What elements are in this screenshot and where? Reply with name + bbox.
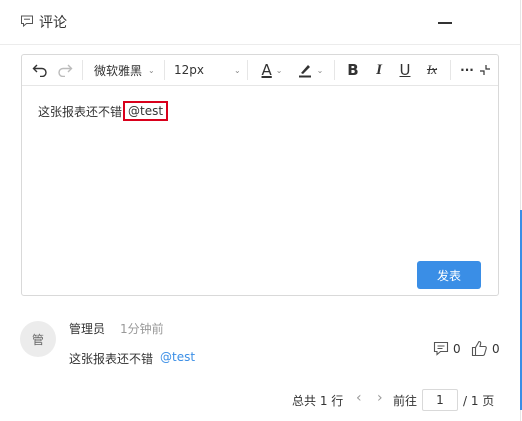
pagination: 总共 1 行 ‹ › 前往 1 / 1 页 xyxy=(0,388,520,412)
font-family-value: 微软雅黑 xyxy=(94,63,143,78)
font-family-select[interactable]: 微软雅黑 ⌄ xyxy=(94,59,162,81)
editor-content[interactable]: 这张报表还不错 @test xyxy=(38,101,169,121)
reply-button[interactable]: 0 xyxy=(433,341,461,356)
highlight-color-button[interactable]: ⌄ xyxy=(294,59,326,81)
pagination-pages: / 1 页 xyxy=(463,394,495,408)
chevron-down-icon: ⌄ xyxy=(234,65,241,75)
comment-icon xyxy=(21,15,33,28)
editor-toolbar: 微软雅黑 ⌄ 12px ⌄ A ⌄ ⌄ B I U Ix ··· xyxy=(22,55,498,86)
page-number-input[interactable]: 1 xyxy=(422,389,458,411)
editor-text: 这张报表还不错 xyxy=(38,104,123,119)
comment-panel: 评论 微软雅黑 ⌄ 12px ⌄ A ⌄ ⌄ B I U Ix ··· 这张报表… xyxy=(0,0,521,421)
chevron-down-icon: ⌄ xyxy=(148,65,155,75)
chevron-down-icon: ⌄ xyxy=(316,65,324,75)
toolbar-divider xyxy=(247,60,248,80)
font-size-select[interactable]: 12px ⌄ xyxy=(174,59,242,81)
comment-author: 管理员 xyxy=(69,322,106,336)
toolbar-divider xyxy=(334,60,335,80)
clear-format-button[interactable]: Ix xyxy=(421,59,443,81)
avatar: 管 xyxy=(20,321,56,357)
redo-icon[interactable] xyxy=(55,59,75,81)
panel-header: 评论 xyxy=(0,0,520,45)
editor-mention[interactable]: @test xyxy=(123,101,169,121)
toolbar-divider xyxy=(82,60,83,80)
font-color-button[interactable]: A ⌄ xyxy=(256,59,288,81)
like-count: 0 xyxy=(492,341,500,356)
more-button[interactable]: ··· xyxy=(458,59,476,81)
comment-editor[interactable]: 微软雅黑 ⌄ 12px ⌄ A ⌄ ⌄ B I U Ix ··· 这张报表还不错… xyxy=(21,54,499,296)
chevron-left-icon[interactable]: ‹ xyxy=(356,390,362,406)
font-size-value: 12px xyxy=(174,63,204,77)
comment-time: 1分钟前 xyxy=(120,322,164,336)
comment-mention[interactable]: @test xyxy=(160,350,195,364)
minimize-icon[interactable] xyxy=(436,13,454,31)
toolbar-divider xyxy=(164,60,165,80)
bold-button[interactable]: B xyxy=(342,59,364,81)
like-button[interactable]: 0 xyxy=(471,340,500,357)
undo-icon[interactable] xyxy=(30,59,50,81)
toolbar-divider xyxy=(450,60,451,80)
comment-text: 这张报表还不错 xyxy=(69,352,154,366)
pagination-goto-label: 前往 xyxy=(393,394,418,408)
pagination-total: 总共 1 行 xyxy=(292,394,344,408)
chevron-right-icon[interactable]: › xyxy=(377,390,383,406)
highlighter-icon xyxy=(298,65,311,78)
comment-item: 管 管理员 1分钟前 这张报表还不错 @test 0 0 xyxy=(0,310,520,380)
reply-count: 0 xyxy=(453,341,461,356)
italic-button[interactable]: I xyxy=(368,59,390,81)
font-color-label: A xyxy=(261,61,272,79)
underline-button[interactable]: U xyxy=(394,59,416,81)
reply-icon xyxy=(433,341,449,356)
submit-button[interactable]: 发表 xyxy=(417,261,481,289)
chevron-down-icon: ⌄ xyxy=(275,65,283,75)
thumbs-up-icon xyxy=(471,340,487,357)
fullscreen-icon[interactable] xyxy=(478,59,492,81)
panel-title: 评论 xyxy=(39,15,67,31)
